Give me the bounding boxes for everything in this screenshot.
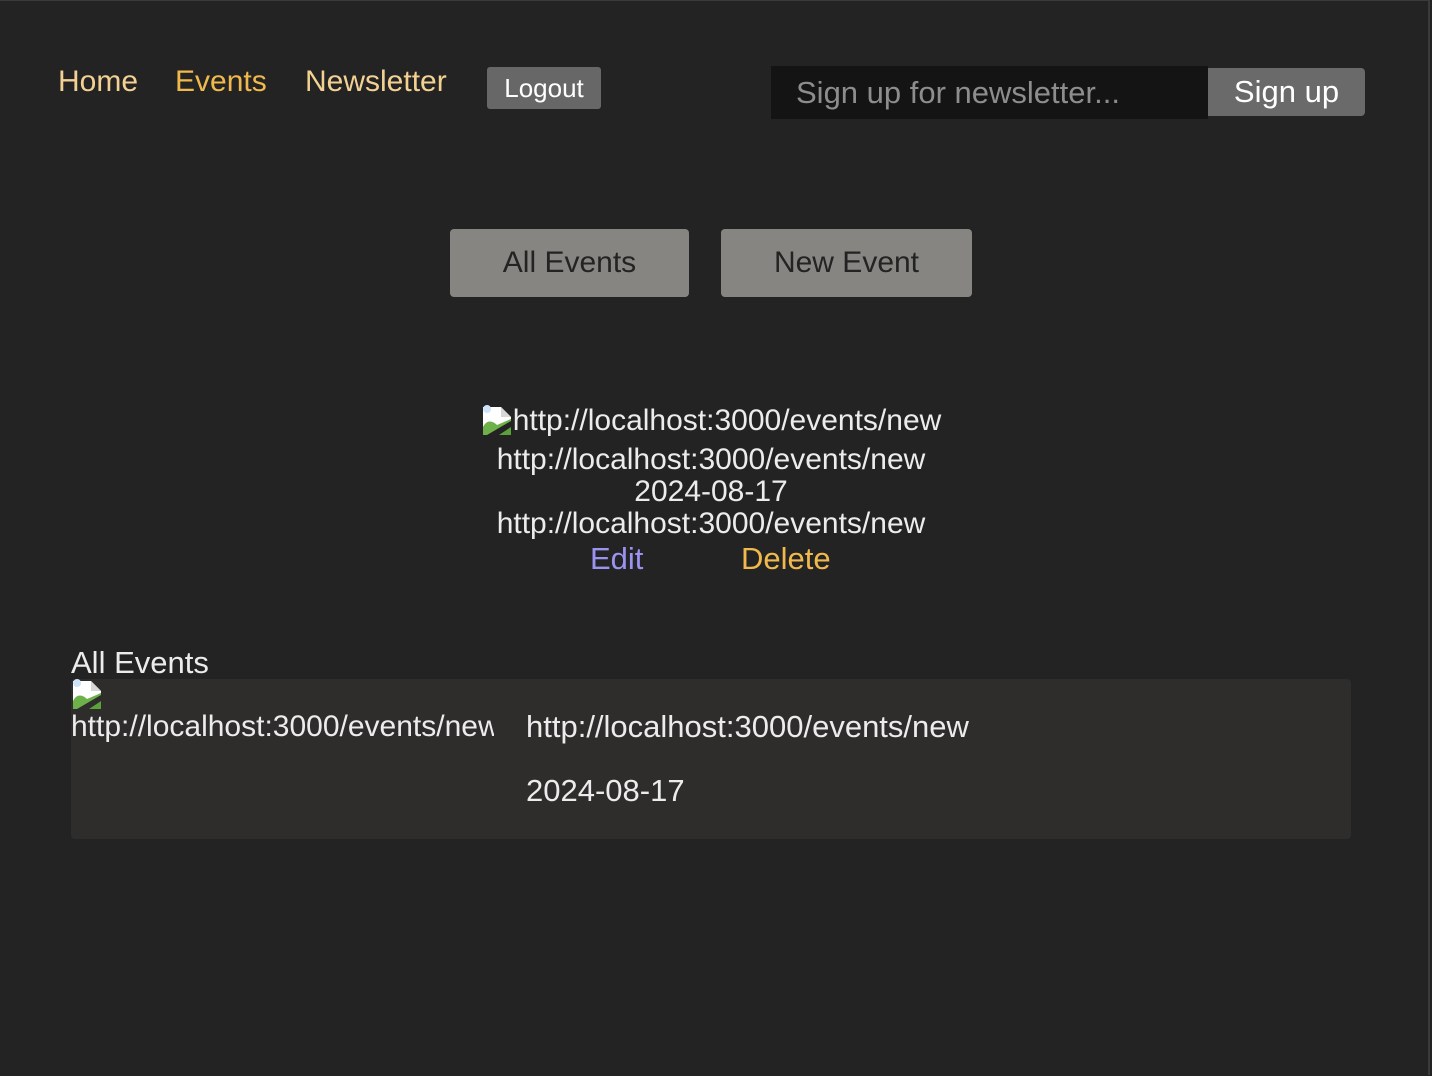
event-detail-description: http://localhost:3000/events/new — [496, 507, 926, 540]
page: Home Events Newsletter Logout Sign up Al… — [0, 0, 1430, 1075]
nav-link-events[interactable]: Events — [175, 63, 267, 101]
event-detail-image: http://localhost:3000/events/new — [481, 404, 942, 437]
event-detail-image-alt: http://localhost:3000/events/new — [512, 404, 942, 437]
event-detail-date: 2024-08-17 — [634, 475, 788, 508]
newsletter-signup-button[interactable]: Sign up — [1208, 68, 1365, 116]
newsletter-email-input[interactable] — [771, 66, 1208, 119]
events-list-heading: All Events — [71, 645, 209, 680]
event-list-item-image: http://localhost:3000/events/new — [71, 679, 494, 743]
event-list-item-image-alt: http://localhost:3000/events/new — [71, 710, 494, 743]
broken-image-icon — [73, 679, 101, 709]
event-detail-actions: Edit Delete — [420, 539, 1002, 579]
delete-event-button[interactable]: Delete — [741, 539, 831, 579]
new-event-button[interactable]: New Event — [721, 229, 972, 297]
all-events-button[interactable]: All Events — [450, 229, 689, 297]
nav-link-home[interactable]: Home — [58, 63, 138, 101]
nav-link-newsletter[interactable]: Newsletter — [305, 63, 447, 101]
broken-image-icon — [482, 405, 511, 435]
event-detail: http://localhost:3000/events/new http://… — [420, 405, 1002, 540]
event-list-item[interactable]: http://localhost:3000/events/new http://… — [71, 679, 1351, 839]
edit-event-link[interactable]: Edit — [590, 539, 643, 579]
event-list-item-date: 2024-08-17 — [526, 773, 685, 808]
logout-button[interactable]: Logout — [487, 67, 601, 109]
event-detail-title: http://localhost:3000/events/new — [496, 443, 926, 476]
event-list-item-title: http://localhost:3000/events/new — [526, 709, 969, 744]
